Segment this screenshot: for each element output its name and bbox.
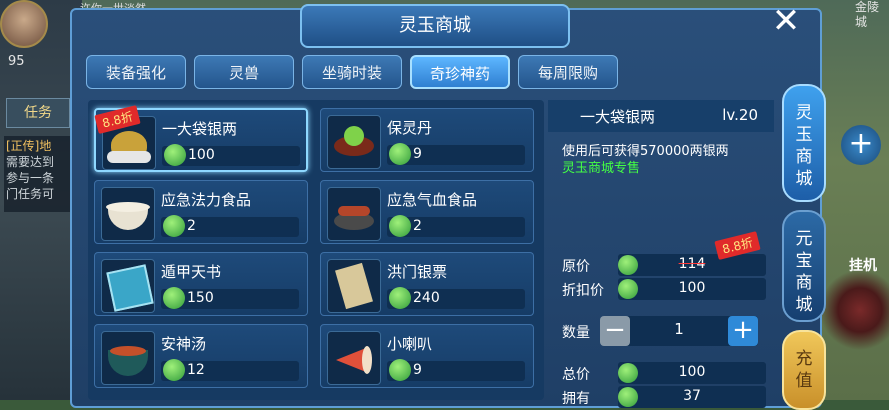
tab-medicine[interactable]: 奇珍神药 — [410, 55, 510, 89]
quantity-minus-button[interactable]: − — [600, 316, 630, 346]
item-name: 小喇叭 — [387, 335, 433, 353]
item-hp-food[interactable]: 应急气血食品 2 — [320, 180, 534, 244]
owned-value: 37 — [683, 388, 701, 404]
porridge-bowl-icon — [101, 187, 155, 241]
item-price: 9 — [413, 362, 422, 378]
location-label: 金陵 城 — [855, 0, 879, 30]
jade-coin-icon — [389, 359, 411, 381]
item-soup[interactable]: 安神汤 12 — [94, 324, 308, 388]
task-tag: [正传] — [6, 139, 40, 153]
side-tab-recharge[interactable]: 充值 — [782, 330, 826, 410]
item-price: 2 — [187, 218, 196, 234]
side-tab-label: 元宝商城 — [795, 229, 813, 315]
discount-price-value: 100 — [678, 280, 706, 296]
item-mana-food[interactable]: 应急法力食品 2 — [94, 180, 308, 244]
detail-item-level: lv.20 — [722, 106, 758, 124]
item-price: 9 — [413, 146, 422, 162]
item-name: 应急气血食品 — [387, 191, 478, 209]
item-price: 12 — [187, 362, 205, 378]
jade-coin-icon — [389, 215, 411, 237]
item-book[interactable]: 遁甲天书 150 — [94, 252, 308, 316]
tab-equipment[interactable]: 装备强化 — [86, 55, 186, 89]
item-name: 应急法力食品 — [161, 191, 252, 209]
item-detail-panel: 一大袋银两 lv.20 使用后可获得570000两银两 灵玉商城专售 原价 11… — [548, 100, 774, 408]
book-icon — [101, 259, 155, 313]
detail-shop-note: 灵玉商城专售 — [562, 161, 641, 176]
task-line: 需要达到 — [6, 155, 55, 169]
original-price-label: 原价 — [562, 259, 590, 275]
jade-coin-icon — [389, 143, 411, 165]
tab-mounts[interactable]: 坐骑时装 — [302, 55, 402, 89]
sausage-plate-icon — [327, 187, 381, 241]
item-name: 保灵丹 — [387, 119, 433, 137]
side-tab-label: 灵玉商城 — [795, 103, 813, 189]
quantity-label: 数量 — [562, 325, 590, 341]
item-pill[interactable]: 保灵丹 9 — [320, 108, 534, 172]
task-line: 门任务可 — [6, 187, 55, 201]
player-level: 95 — [8, 54, 25, 69]
side-tab-label: 充值 — [795, 349, 813, 391]
quantity-value[interactable]: 1 — [630, 320, 728, 338]
window-title: 灵玉商城 — [300, 4, 570, 48]
original-price-value: 114 — [678, 256, 706, 272]
task-line: 参与一条 — [6, 171, 55, 185]
item-grid: 一大袋银两 100 8.8折 保灵丹 9 应急法力食品 2 应急气血食品 2 遁… — [88, 100, 544, 400]
jade-coin-icon — [163, 359, 185, 381]
auto-battle-label[interactable]: 挂机 — [849, 255, 877, 275]
detail-item-name: 一大袋银两 — [580, 108, 656, 126]
item-price: 100 — [188, 147, 215, 163]
location-line-2: 城 — [854, 15, 867, 29]
side-tab-ingot-shop[interactable]: 元宝商城 — [782, 210, 826, 322]
jade-coin-icon — [164, 144, 186, 166]
discount-price-label: 折扣价 — [562, 283, 604, 299]
location-line-1: 金陵 — [854, 0, 879, 14]
jade-coin-icon — [163, 287, 185, 309]
total-value: 100 — [678, 364, 706, 380]
owned-label: 拥有 — [562, 391, 590, 407]
scroll-icon — [327, 259, 381, 313]
jade-coin-icon — [389, 287, 411, 309]
tab-pets[interactable]: 灵兽 — [194, 55, 294, 89]
pill-icon — [327, 115, 381, 169]
tab-weekly[interactable]: 每周限购 — [518, 55, 618, 89]
horn-icon — [327, 331, 381, 385]
item-horn[interactable]: 小喇叭 9 — [320, 324, 534, 388]
close-button[interactable]: ✕ — [768, 4, 804, 40]
side-tab-jade-shop[interactable]: 灵玉商城 — [782, 84, 826, 202]
item-price: 240 — [413, 290, 440, 306]
task-tab[interactable]: 任务 — [6, 98, 70, 128]
jade-coin-icon — [163, 215, 185, 237]
task-title: 地 — [39, 139, 52, 153]
item-name: 洪门银票 — [387, 263, 448, 281]
total-label: 总价 — [562, 367, 590, 383]
soup-bowl-icon — [101, 331, 155, 385]
item-name: 一大袋银两 — [162, 120, 238, 138]
player-avatar[interactable] — [0, 0, 48, 48]
hud-plus-button[interactable]: + — [841, 125, 881, 165]
item-name: 安神汤 — [161, 335, 207, 353]
item-price: 2 — [413, 218, 422, 234]
item-banknote[interactable]: 洪门银票 240 — [320, 252, 534, 316]
item-silver-bag[interactable]: 一大袋银两 100 8.8折 — [94, 105, 308, 172]
item-name: 遁甲天书 — [161, 263, 222, 281]
task-panel[interactable]: [正传]地 需要达到 参与一条 门任务可 — [4, 136, 74, 212]
quantity-plus-button[interactable]: + — [728, 316, 758, 346]
item-price: 150 — [187, 290, 214, 306]
